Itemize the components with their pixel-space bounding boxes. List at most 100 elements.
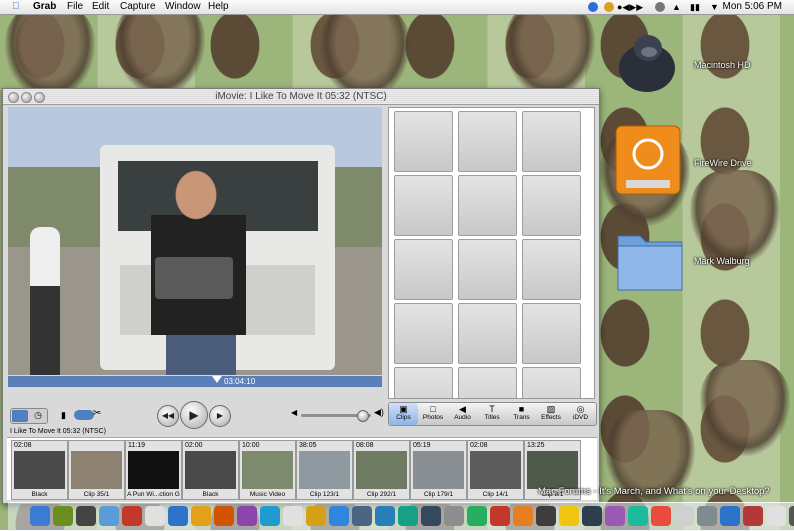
dock-app-icon[interactable] xyxy=(76,506,96,526)
dock-app-icon[interactable] xyxy=(99,506,119,526)
video-monitor[interactable] xyxy=(8,107,382,375)
pane-button-clips[interactable]: ▣ Clips xyxy=(389,403,418,425)
dock-app-icon[interactable] xyxy=(214,506,234,526)
clip-item[interactable]: 02:08 Black xyxy=(11,440,68,500)
shelf-slot[interactable] xyxy=(522,111,581,172)
dock-app-icon[interactable] xyxy=(720,506,740,526)
clip-timeline-toggle[interactable]: ◷ xyxy=(10,408,48,424)
pane-button-audio[interactable]: ◀ Audio xyxy=(448,403,477,425)
minimize-button[interactable] xyxy=(21,92,32,103)
volume-slider-knob[interactable] xyxy=(356,410,369,422)
dock-app-icon[interactable] xyxy=(352,506,372,526)
dock-app-icon[interactable] xyxy=(260,506,280,526)
dock-app-icon[interactable] xyxy=(490,506,510,526)
battery-icon[interactable]: ▮▮ xyxy=(690,0,700,14)
dock-app-icon[interactable] xyxy=(444,506,464,526)
clip-viewer[interactable]: 02:08 Black Clip 35/1 11:19 A Pun Wi...ction… xyxy=(7,437,597,500)
dock-app-icon[interactable] xyxy=(375,506,395,526)
clip-view-icon[interactable] xyxy=(12,410,28,422)
desktop-icon-firewire-drive[interactable]: FireWire Drive xyxy=(614,124,752,195)
shelf-slot[interactable] xyxy=(522,239,581,300)
shelf-slot[interactable] xyxy=(522,175,581,236)
dock-app-icon[interactable] xyxy=(168,506,188,526)
dock-app-icon[interactable] xyxy=(513,506,533,526)
dock-app-icon[interactable] xyxy=(191,506,211,526)
pane-button-photos[interactable]: □ Photos xyxy=(419,403,448,425)
shelf-slot[interactable] xyxy=(394,239,453,300)
dock-app-icon[interactable] xyxy=(53,506,73,526)
clip-item[interactable]: 05:19 Clip 179/1 xyxy=(410,440,467,500)
menu-clock[interactable]: Mon 5:06 PM xyxy=(723,0,782,14)
shelf-slot[interactable] xyxy=(458,367,517,398)
menu-file[interactable]: File xyxy=(67,0,83,14)
pane-button-titles[interactable]: T Titles xyxy=(478,403,507,425)
shelf-slot[interactable] xyxy=(458,239,517,300)
dock-app-icon[interactable] xyxy=(237,506,257,526)
menu-extra-icon[interactable] xyxy=(655,2,665,12)
dock-app-icon[interactable] xyxy=(743,506,763,526)
dock-app-icon[interactable] xyxy=(30,506,50,526)
dock-app-icon[interactable] xyxy=(329,506,349,526)
menu-capture[interactable]: Capture xyxy=(120,0,156,14)
mode-switch[interactable]: ▮ ✂ xyxy=(61,408,101,422)
shelf-slot[interactable] xyxy=(394,111,453,172)
clip-item[interactable]: 10:00 Music Video xyxy=(239,440,296,500)
close-button[interactable] xyxy=(8,92,19,103)
dock-app-icon[interactable] xyxy=(789,506,794,526)
shelf-slot[interactable] xyxy=(394,175,453,236)
desktop-icon-mark-walburg[interactable]: Mark Walburg xyxy=(614,222,750,292)
pane-button-idvd[interactable]: ◎ iDVD xyxy=(566,403,595,425)
shelf-slot[interactable] xyxy=(522,367,581,398)
sound-icon[interactable]: ▼ xyxy=(710,0,719,14)
dock-app-icon[interactable] xyxy=(559,506,579,526)
volume-slider[interactable] xyxy=(301,410,371,422)
playhead[interactable] xyxy=(212,376,223,383)
timeline-view-icon[interactable]: ◷ xyxy=(31,410,45,422)
scrubber-bar[interactable]: 03:04:10 xyxy=(8,376,382,387)
clip-item[interactable]: 38:05 Clip 123/1 xyxy=(296,440,353,500)
itunes-controls-icon[interactable]: ●◀▶▶ xyxy=(617,0,643,14)
dock-app-icon[interactable] xyxy=(628,506,648,526)
shelf-slot[interactable] xyxy=(522,303,581,364)
window-titlebar[interactable]: iMovie: I Like To Move It 05:32 (NTSC) xyxy=(3,89,599,105)
desktop-icon-macintosh-hd[interactable]: Macintosh HD xyxy=(612,28,751,98)
zoom-button[interactable] xyxy=(34,92,45,103)
dock-app-icon[interactable] xyxy=(122,506,142,526)
shelf-slot[interactable] xyxy=(458,303,517,364)
dock-app-icon[interactable] xyxy=(467,506,487,526)
clips-shelf[interactable] xyxy=(388,107,595,399)
pane-button-effects[interactable]: ▧ Effects xyxy=(537,403,566,425)
menu-window[interactable]: Window xyxy=(165,0,201,14)
clip-item[interactable]: 11:19 A Pun Wi...ction G xyxy=(125,440,182,500)
pane-button-trans[interactable]: ■ Trans xyxy=(507,403,536,425)
shelf-slot[interactable] xyxy=(394,303,453,364)
play-fullscreen-button[interactable]: ▶ xyxy=(209,405,231,427)
shelf-slot[interactable] xyxy=(394,367,453,398)
apple-menu-icon[interactable]:  xyxy=(12,0,20,14)
dock-app-icon[interactable] xyxy=(398,506,418,526)
menu-extra-icon[interactable] xyxy=(588,2,598,12)
menu-help[interactable]: Help xyxy=(208,0,229,14)
dock-app-icon[interactable] xyxy=(582,506,602,526)
app-menu[interactable]: Grab xyxy=(33,0,56,14)
dock-app-icon[interactable] xyxy=(145,506,165,526)
dock-app-icon[interactable] xyxy=(674,506,694,526)
volume-icon[interactable]: ▲ xyxy=(672,0,681,14)
dock-app-icon[interactable] xyxy=(306,506,326,526)
dock-app-icon[interactable] xyxy=(766,506,786,526)
clip-item[interactable]: Clip 35/1 xyxy=(68,440,125,500)
menu-edit[interactable]: Edit xyxy=(92,0,109,14)
clip-item[interactable]: 02:08 Clip 14/1 xyxy=(467,440,524,500)
dock-app-icon[interactable] xyxy=(651,506,671,526)
dock-app-icon[interactable] xyxy=(283,506,303,526)
dock-app-icon[interactable] xyxy=(697,506,717,526)
dock-app-icon[interactable] xyxy=(421,506,441,526)
rewind-button[interactable]: ◀◀ xyxy=(157,405,179,427)
clip-item[interactable]: 08:08 Clip 292/1 xyxy=(353,440,410,500)
menu-extra-icon[interactable] xyxy=(604,2,614,12)
clip-item[interactable]: 02:00 Black xyxy=(182,440,239,500)
dock-app-icon[interactable] xyxy=(605,506,625,526)
shelf-slot[interactable] xyxy=(458,111,517,172)
play-button[interactable]: ▶ xyxy=(180,401,208,429)
mode-toggle[interactable] xyxy=(74,410,94,420)
